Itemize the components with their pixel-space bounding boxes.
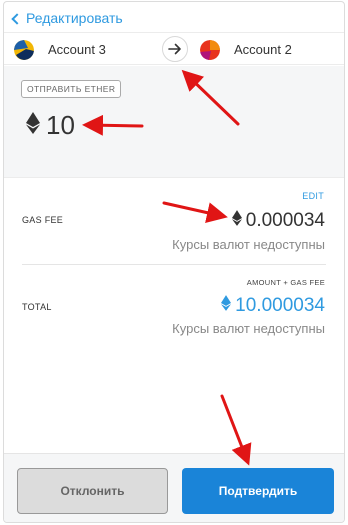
- to-account-name: Account 2: [234, 42, 292, 57]
- gas-fee-amount: 0.000034: [245, 210, 325, 231]
- total-value: 10.000034: [221, 295, 325, 317]
- accounts-bar: Account 3 Account 2: [4, 32, 344, 65]
- back-edit-label: Редактировать: [26, 10, 123, 26]
- amount-plus-gas-label: AMOUNT + GAS FEE: [246, 278, 325, 287]
- ethereum-icon: [231, 210, 242, 232]
- arrow-right-icon: [162, 36, 188, 62]
- from-account[interactable]: Account 3: [14, 33, 106, 66]
- top-bar: Редактировать: [4, 2, 344, 32]
- gas-fee-fiat-unavailable: Курсы валют недоступны: [172, 237, 325, 252]
- total-label: TOTAL: [22, 302, 52, 312]
- from-account-name: Account 3: [48, 42, 106, 57]
- total-fiat-unavailable: Курсы валют недоступны: [172, 321, 325, 336]
- divider: [22, 264, 326, 265]
- ethereum-icon: [221, 295, 232, 317]
- gas-fee-value: 0.000034: [231, 210, 325, 232]
- reject-button[interactable]: Отклонить: [17, 468, 168, 514]
- action-footer: Отклонить Подтвердить: [4, 453, 344, 522]
- back-edit-link[interactable]: Редактировать: [11, 10, 123, 26]
- to-account-avatar-icon: [200, 39, 220, 60]
- send-amount: 10: [26, 110, 75, 141]
- to-account[interactable]: Account 2: [200, 33, 292, 66]
- confirm-transaction-screen: Редактировать Account 3 Account 2 ОТПРАВ…: [3, 1, 345, 523]
- send-amount-section: ОТПРАВИТЬ ETHER 10: [4, 66, 344, 178]
- ethereum-icon: [26, 110, 40, 141]
- confirm-button[interactable]: Подтвердить: [182, 468, 334, 514]
- total-amount: 10.000034: [235, 295, 325, 316]
- from-account-avatar-icon: [14, 39, 34, 60]
- gas-fee-label: GAS FEE: [22, 215, 64, 225]
- send-ether-badge: ОТПРАВИТЬ ETHER: [21, 80, 122, 98]
- send-amount-value: 10: [46, 110, 75, 140]
- chevron-left-icon: [11, 12, 23, 25]
- edit-gas-link[interactable]: EDIT: [302, 191, 324, 201]
